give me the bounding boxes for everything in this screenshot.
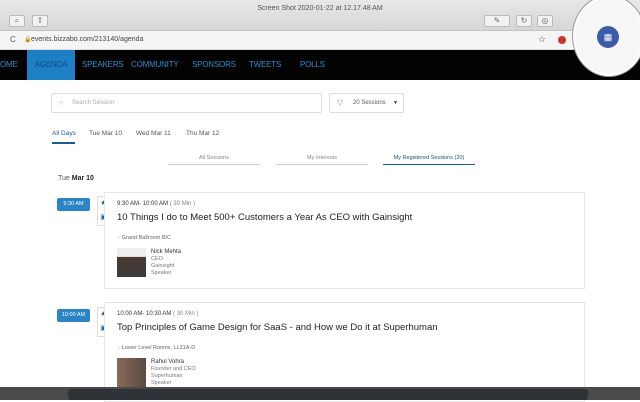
speaker-role: Founder and CEO [151,366,196,372]
speaker-avatar [117,358,146,387]
filter-label: 20 Sessions [353,100,386,106]
session-time: 9:30 AM- 10:00 AM ( 30 Min ) [117,201,196,207]
tab-thu-mar-12[interactable]: Thu Mar 12 [186,130,219,137]
speaker-role: CEO [151,256,163,262]
nav-home[interactable]: OME [0,50,18,80]
zoom-icon[interactable]: ⌕ [9,15,25,27]
nav-community[interactable]: COMMUNITY [131,50,179,80]
speaker-company: Gainsight [151,263,175,269]
session-time: 10:00 AM- 10:30 AM ( 30 Min ) [117,311,199,317]
speaker-type: Speaker [151,380,172,386]
rotate-icon[interactable]: ↻ [516,15,532,27]
window-title: Screen Shot 2020-01-22 at 12.17.48 AM [257,5,383,12]
speaker-avatar [117,248,146,277]
annotate-icon[interactable]: ◎ [537,15,553,27]
speaker-type: Speaker [151,270,172,276]
nav-polls[interactable]: POLLS [300,50,325,80]
bookmark-star-icon[interactable]: ☆ [538,34,546,45]
tab-all-days[interactable]: All Days [52,130,76,137]
share-icon[interactable]: ⇪ [32,15,48,27]
filter-icon: ▽ [337,98,344,107]
speaker-name[interactable]: Nick Mehta [151,249,181,256]
nav-speakers[interactable]: SPEAKERS [82,50,124,80]
session-title[interactable]: 10 Things I do to Meet 500+ Customers a … [117,212,412,223]
search-input[interactable]: ○ Search Session [51,93,322,113]
speaker-company: Superhuman [151,373,183,379]
event-nav: OME AGENDA SPEAKERS COMMUNITY SPONSORS T… [0,50,640,80]
nav-agenda[interactable]: AGENDA [27,50,75,80]
chevron-down-icon: ▼ [393,100,398,106]
reload-icon[interactable]: C [10,35,16,44]
dock [68,389,588,400]
session-title[interactable]: Top Principles of Game Design for SaaS -… [117,322,438,333]
session-card[interactable]: 9:30 AM- 10:00 AM ( 30 Min ) 10 Things I… [104,192,585,289]
sessions-filter-dropdown[interactable]: ▽ 20 Sessions ▼ [329,93,404,113]
session-room: ◌ Grand Ballroom B/C [117,235,172,241]
nav-sponsors[interactable]: SPONSORS [192,50,236,80]
day-heading: Tue Mar 10 [58,175,94,182]
markup-icon[interactable]: ✎ [484,15,510,27]
search-icon: ○ [59,98,64,107]
extension-icon[interactable] [558,36,566,44]
tab-tue-mar-10[interactable]: Tue Mar 10 [89,130,122,137]
url-field[interactable]: events.bizzabo.com/213140/agenda [31,36,143,43]
active-tab-indicator [52,142,75,144]
session-time-badge: 10:00 AM [57,309,90,322]
calendar-extension-icon[interactable]: ▦ [597,26,619,48]
subtab-my-interests[interactable]: My Interests [276,155,368,165]
speaker-name[interactable]: Rahul Vohra [151,359,196,366]
subtab-all-sessions[interactable]: All Sessions [168,155,260,165]
session-room: ◌ Lower Level Rooms, LL21A-D [117,345,196,351]
day-date: Mar 10 [71,175,94,182]
speaker-info: Rahul Vohra Founder and CEO Superhuman S… [151,359,196,387]
search-placeholder: Search Session [72,100,115,106]
subtab-my-registered-sessions[interactable]: My Registered Sessions (20) [383,155,475,165]
tab-wed-mar-11[interactable]: Wed Mar 11 [136,130,171,137]
nav-tweets[interactable]: TWEETS [249,50,281,80]
day-weekday: Tue [58,175,70,182]
speaker-info: Nick Mehta CEO Gainsight Speaker [151,249,181,277]
session-time-badge: 9:30 AM [57,198,90,211]
